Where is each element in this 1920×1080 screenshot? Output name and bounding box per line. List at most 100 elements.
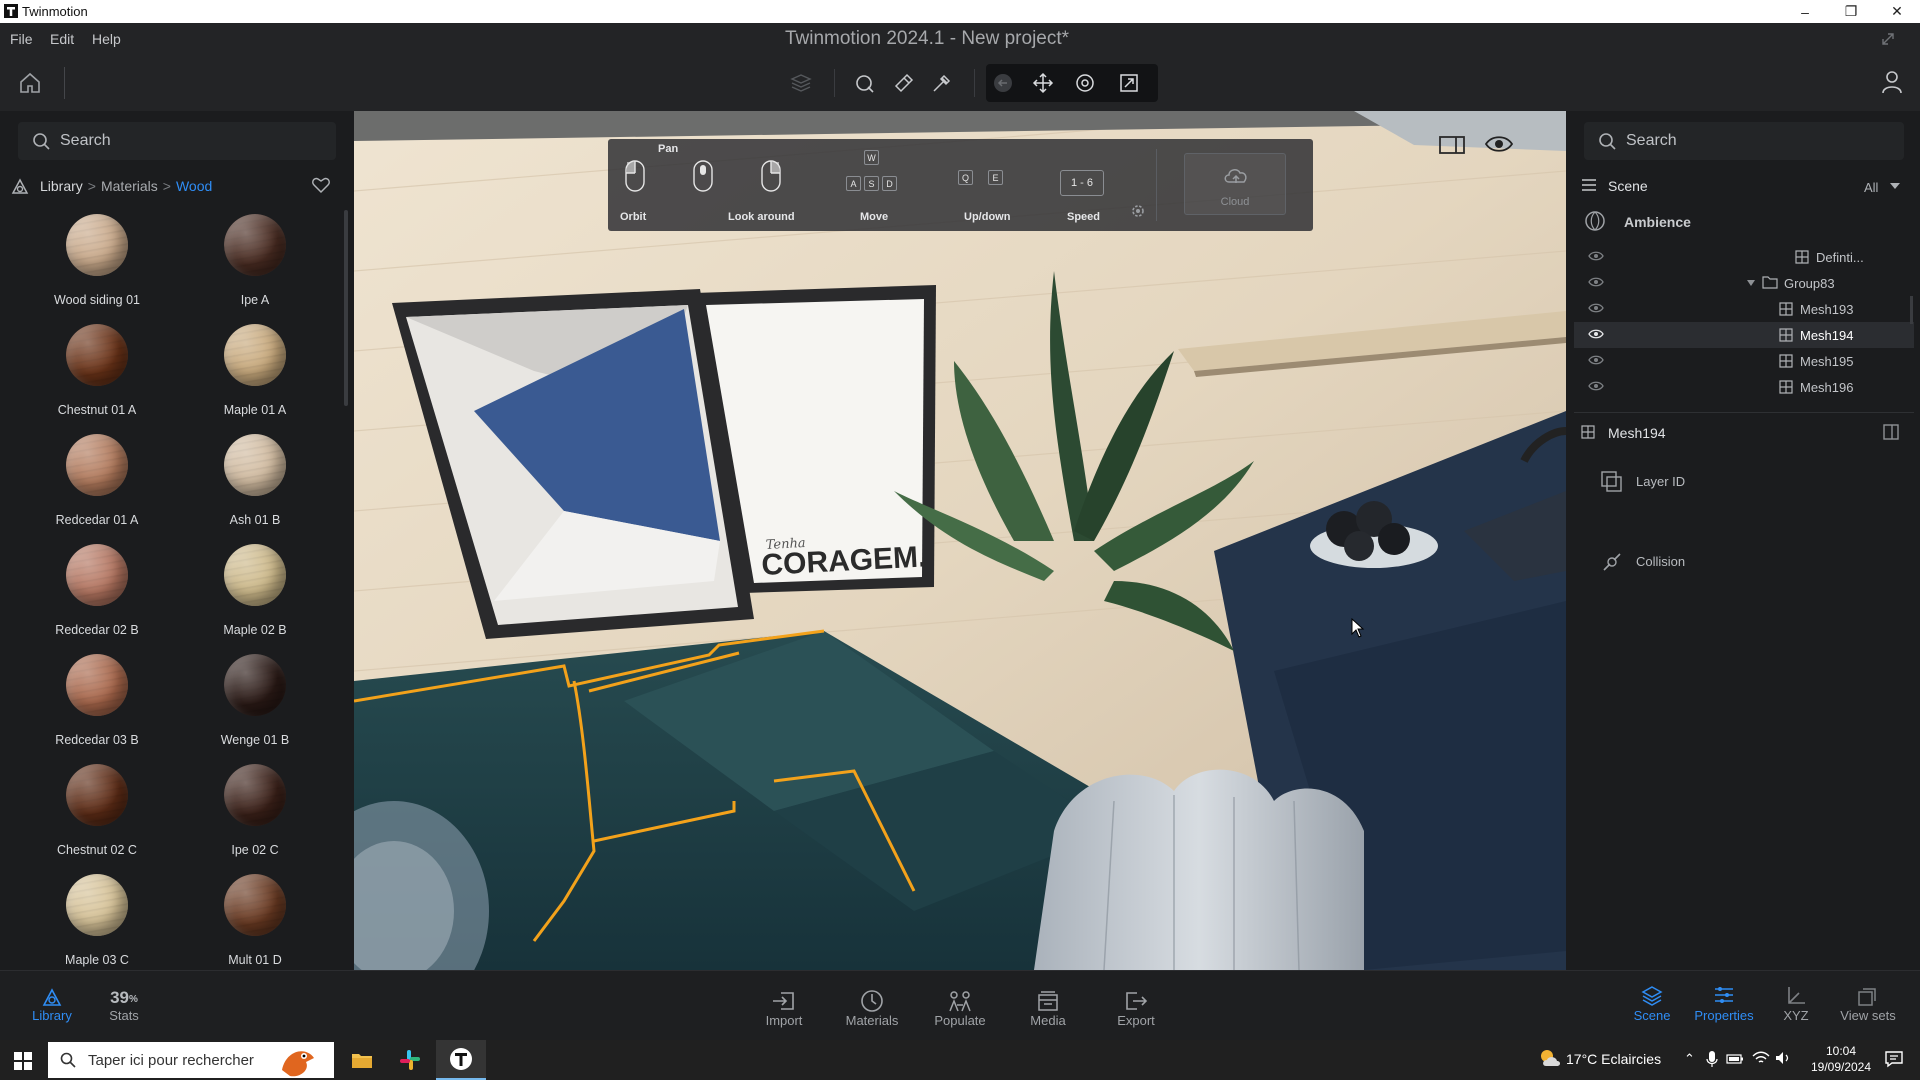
stats-percentage: 39 [110, 988, 129, 1007]
ambience-label[interactable]: Ambience [1624, 214, 1691, 230]
move-icon[interactable] [1026, 66, 1060, 100]
material-item[interactable]: Ash 01 B [180, 434, 330, 544]
restore-button[interactable]: ❐ [1828, 0, 1874, 23]
import-button[interactable]: Import [744, 983, 824, 1028]
material-item[interactable]: Chestnut 01 A [22, 324, 172, 434]
3d-viewport[interactable]: Tenha CORAGEM. [354, 111, 1566, 970]
volume-icon[interactable] [1774, 1050, 1792, 1066]
breadcrumb-wood[interactable]: Wood [176, 178, 212, 194]
material-item[interactable]: Maple 02 B [180, 544, 330, 654]
microphone-icon[interactable] [1706, 1050, 1718, 1068]
scene-tree-label: Group83 [1784, 276, 1835, 291]
scene-tree-row[interactable]: Mesh195 [1574, 348, 1914, 374]
material-item[interactable]: Redcedar 02 B [22, 544, 172, 654]
expand-icon[interactable] [1880, 31, 1896, 47]
visibility-eye-icon[interactable] [1484, 133, 1516, 157]
battery-icon[interactable] [1726, 1052, 1744, 1066]
material-item[interactable]: Redcedar 03 B [22, 654, 172, 764]
rotate-icon[interactable] [1068, 66, 1102, 100]
material-item[interactable]: Wenge 01 B [180, 654, 330, 764]
export-button[interactable]: Export [1096, 983, 1176, 1028]
visibility-eye-icon[interactable] [1588, 328, 1604, 340]
scene-tree-row[interactable]: Mesh194 [1574, 322, 1914, 348]
material-thumbnail [66, 214, 128, 276]
breadcrumb-materials[interactable]: Materials [101, 178, 158, 194]
material-thumbnail [224, 764, 286, 826]
xyz-tab[interactable]: XYZ [1756, 978, 1836, 1023]
materials-button[interactable]: Materials [832, 983, 912, 1028]
user-icon[interactable] [1880, 69, 1904, 95]
notifications-icon[interactable] [1884, 1050, 1904, 1068]
twinmotion-taskbar-button[interactable] [436, 1040, 486, 1080]
collision-label[interactable]: Collision [1636, 554, 1685, 569]
visibility-eye-icon[interactable] [1588, 302, 1604, 314]
material-item[interactable]: Ipe 02 C [180, 764, 330, 874]
material-item[interactable]: Maple 03 C [22, 874, 172, 969]
menu-bar: File Edit Help Twinmotion 2024.1 - New p… [0, 23, 1920, 55]
weather-text[interactable]: 17°C Eclaircies [1566, 1051, 1661, 1067]
windows-start-icon[interactable] [14, 1052, 32, 1070]
scene-tree-row[interactable]: Definti... [1574, 244, 1914, 270]
file-explorer-icon[interactable] [350, 1048, 374, 1072]
expand-arrow-icon[interactable] [1746, 279, 1756, 287]
chevron-down-icon[interactable] [1889, 182, 1901, 190]
library-search[interactable]: Search [18, 122, 336, 160]
slack-icon[interactable] [398, 1048, 422, 1072]
home-icon[interactable] [18, 71, 42, 95]
scene-tab[interactable]: Scene [1612, 978, 1692, 1023]
panel-dock-icon[interactable] [1882, 423, 1900, 441]
tray-chevron-up-icon[interactable]: ⌃ [1684, 1051, 1695, 1067]
selected-object-name: Mesh194 [1608, 425, 1666, 441]
undo-transform-icon[interactable] [986, 66, 1020, 100]
close-button[interactable]: ✕ [1874, 0, 1920, 23]
library-tab[interactable]: Library [12, 978, 92, 1023]
scene-search[interactable]: Search [1584, 122, 1904, 160]
hud-settings-gear-icon[interactable] [1130, 203, 1146, 219]
view-sets-tab[interactable]: View sets [1828, 978, 1908, 1023]
paint-icon[interactable] [886, 66, 920, 100]
scene-tree-row[interactable]: Group83 [1574, 270, 1914, 296]
clock[interactable]: 10:04 19/09/2024 [1806, 1043, 1876, 1075]
stats-tab[interactable]: 39% Stats [84, 978, 164, 1023]
material-item[interactable]: Mult 01 D [180, 874, 330, 969]
eyedropper-icon[interactable] [924, 66, 958, 100]
scene-filter-value[interactable]: All [1864, 180, 1878, 195]
visibility-eye-icon[interactable] [1588, 380, 1604, 392]
layer-id-label[interactable]: Layer ID [1636, 474, 1685, 489]
wifi-icon[interactable] [1752, 1050, 1770, 1066]
scene-render: Tenha CORAGEM. [354, 111, 1566, 970]
mouse-right-icon [760, 159, 782, 193]
cloud-button[interactable]: Cloud [1184, 153, 1286, 215]
material-item[interactable]: Chestnut 02 C [22, 764, 172, 874]
layers-icon[interactable] [784, 66, 818, 100]
scene-tree-label: Mesh195 [1800, 354, 1854, 369]
library-scrollbar[interactable] [344, 210, 348, 406]
material-item[interactable]: Wood siding 01 [22, 214, 172, 324]
stats-unit: % [129, 994, 138, 1005]
visibility-eye-icon[interactable] [1588, 250, 1604, 262]
cloud-label: Cloud [1220, 196, 1250, 208]
populate-button[interactable]: Populate [920, 983, 1000, 1028]
select-icon[interactable] [848, 66, 882, 100]
material-item[interactable]: Maple 01 A [180, 324, 330, 434]
app-title: Twinmotion 2024.1 - New project* [784, 28, 1070, 49]
clock-time: 10:04 [1825, 1044, 1857, 1058]
favorite-heart-icon[interactable] [311, 176, 331, 194]
xyz-tab-icon [1756, 978, 1836, 1008]
minimize-button[interactable]: – [1782, 0, 1828, 23]
material-item[interactable]: Ipe A [180, 214, 330, 324]
weather-icon[interactable] [1538, 1046, 1562, 1070]
breadcrumb-library[interactable]: Library [40, 178, 83, 194]
scale-icon[interactable] [1112, 66, 1146, 100]
visibility-eye-icon[interactable] [1588, 276, 1604, 288]
scene-tree-scrollbar[interactable] [1910, 296, 1913, 324]
visibility-eye-icon[interactable] [1588, 354, 1604, 366]
key-s: S [864, 176, 879, 191]
material-item[interactable]: Redcedar 01 A [22, 434, 172, 544]
scene-tree-row[interactable]: Mesh196 [1574, 374, 1914, 400]
scene-tree-row[interactable]: Mesh193 [1574, 296, 1914, 322]
toolbar-divider [834, 69, 835, 97]
media-button[interactable]: Media [1008, 983, 1088, 1028]
panel-toggle-icon[interactable] [1438, 135, 1470, 157]
properties-tab[interactable]: Properties [1684, 978, 1764, 1023]
